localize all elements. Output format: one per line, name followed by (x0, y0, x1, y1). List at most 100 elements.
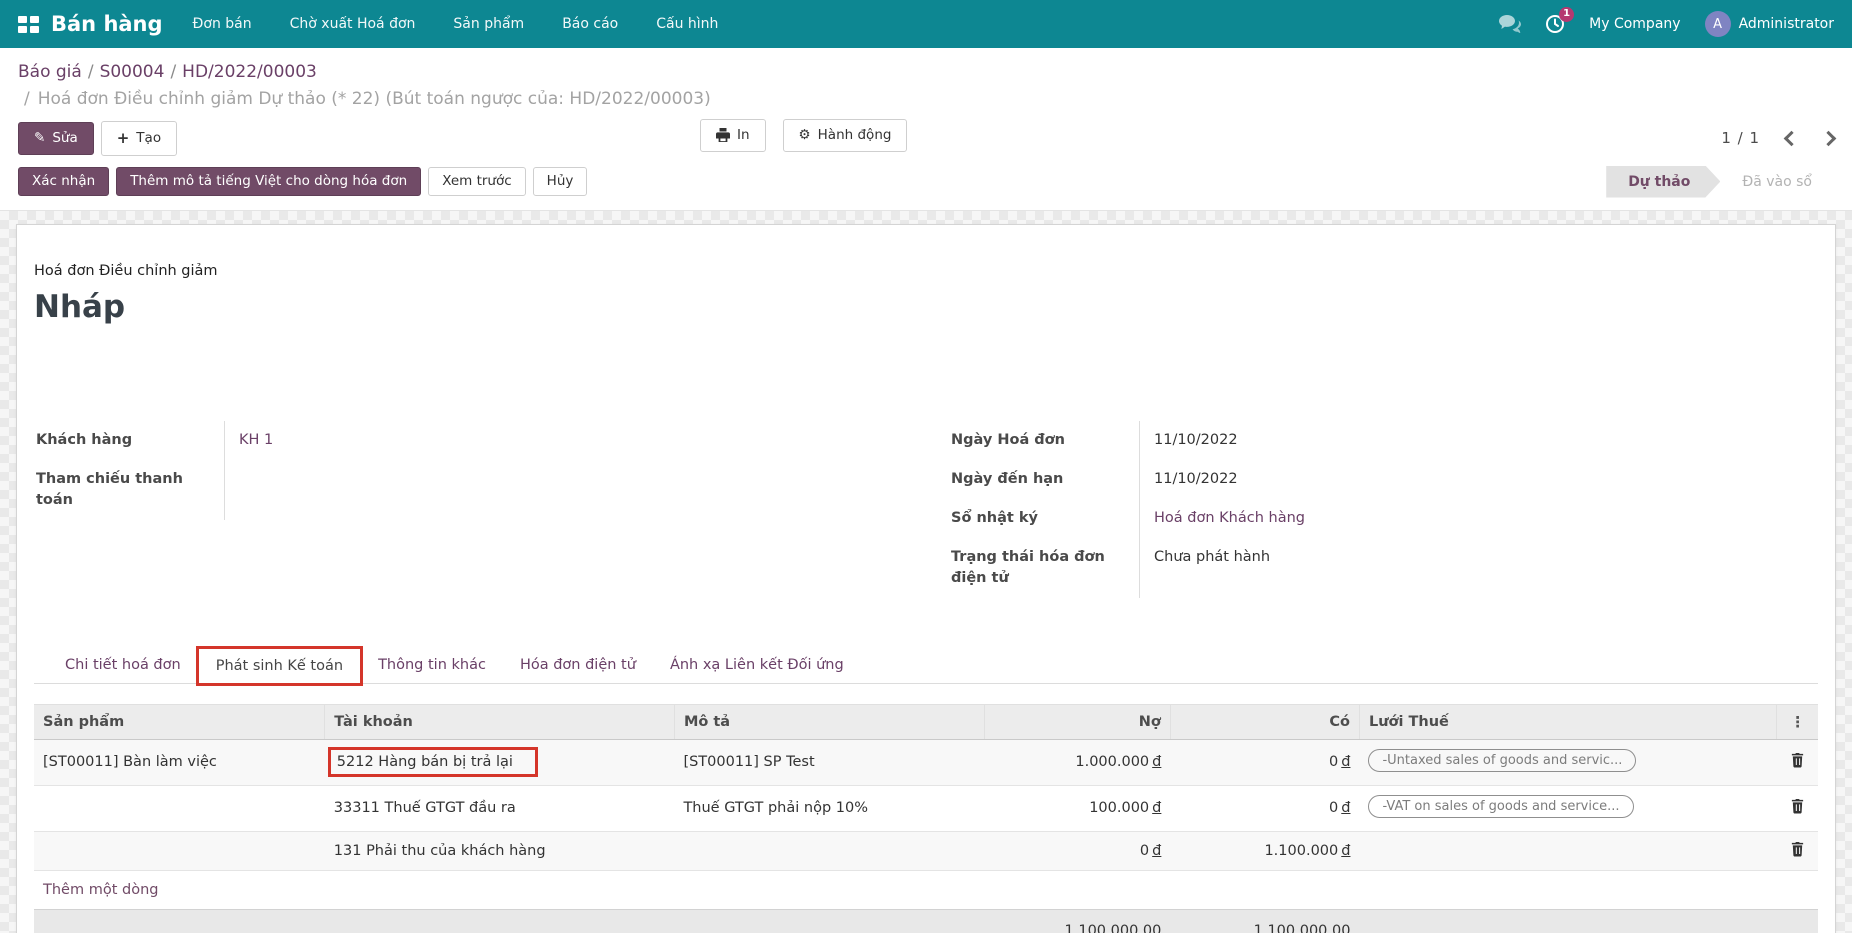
field-label-ngay-den-han: Ngày đến hạn (949, 460, 1139, 499)
action-button-label: Hành động (818, 128, 892, 143)
add-vietnamese-description-button[interactable]: Thêm mô tả tiếng Việt cho dòng hóa đơn (116, 167, 421, 196)
column-header-description[interactable]: Mô tả (674, 704, 984, 739)
debit-amount: 100.000 (1089, 800, 1149, 816)
field-value-so-nhat-ky[interactable]: Hoá đơn Khách hàng (1139, 499, 1818, 538)
cell-debit[interactable]: 0đ (985, 831, 1171, 870)
tab-anh-xa-lien-ket-doi-ung[interactable]: Ánh xạ Liên kết Đối ứng (653, 648, 861, 683)
pencil-icon: ✎ (34, 131, 45, 146)
apps-menu-icon[interactable] (18, 16, 39, 33)
breadcrumb-link-bao-gia[interactable]: Báo giá (18, 62, 82, 82)
field-value-ngay-den-han[interactable]: 11/10/2022 (1139, 460, 1818, 499)
cell-product[interactable] (34, 831, 325, 870)
menu-bao-cao[interactable]: Báo cáo (562, 16, 618, 32)
activity-count-badge: 1 (1559, 7, 1574, 22)
edit-button[interactable]: ✎ Sửa (18, 122, 94, 155)
cell-debit[interactable]: 1.000.000đ (985, 739, 1171, 785)
tab-thong-tin-khac[interactable]: Thông tin khác (361, 648, 503, 683)
cell-product[interactable] (34, 785, 325, 831)
cell-tax-grid (1359, 831, 1776, 870)
menu-san-pham[interactable]: Sản phẩm (453, 16, 524, 32)
cell-credit[interactable]: 1.100.000đ (1170, 831, 1359, 870)
currency-symbol: đ (1338, 754, 1350, 770)
table-row[interactable]: 33311 Thuế GTGT đầu ra Thuế GTGT phải nộ… (34, 785, 1818, 831)
trash-icon[interactable] (1790, 752, 1805, 768)
state-draft[interactable]: Dự thảo (1606, 166, 1720, 198)
cell-product[interactable]: [ST00011] Bàn làm việc (34, 739, 325, 785)
field-value-ngay-hoa-don[interactable]: 11/10/2022 (1139, 421, 1818, 460)
tab-phat-sinh-ke-toan-label: Phát sinh Kế toán (216, 658, 343, 674)
edit-button-label: Sửa (52, 131, 77, 146)
totals-row: 1.100.000,00 1.100.000,00 (34, 909, 1818, 933)
breadcrumb-separator: / (164, 62, 182, 82)
tab-chi-tiet-hoa-don[interactable]: Chi tiết hoá đơn (48, 648, 198, 683)
pager-next-button[interactable] (1821, 130, 1837, 146)
column-header-credit[interactable]: Có (1170, 704, 1359, 739)
cell-description[interactable]: Thuế GTGT phải nộp 10% (674, 785, 984, 831)
pager-count: 1 / 1 (1721, 129, 1760, 147)
cell-account[interactable]: 131 Phải thu của khách hàng (325, 831, 675, 870)
field-value-tham-chieu-thanh-toan[interactable] (224, 460, 903, 520)
state-stepper: Dự thảo Đã vào sổ (1606, 166, 1834, 198)
action-button[interactable]: ⚙ Hành động (783, 119, 908, 152)
column-header-debit[interactable]: Nợ (985, 704, 1171, 739)
cell-account-value[interactable]: 5212 Hàng bán bị trả lại (337, 754, 513, 770)
menu-don-ban[interactable]: Đơn bán (193, 16, 252, 32)
company-switcher[interactable]: My Company (1589, 16, 1680, 32)
total-debit: 1.100.000,00 (34, 909, 1170, 933)
field-label-ngay-hoa-don: Ngày Hoá đơn (949, 421, 1139, 460)
currency-symbol: đ (1338, 843, 1350, 859)
main-menu: Đơn bán Chờ xuất Hoá đơn Sản phẩm Báo cá… (193, 16, 719, 32)
print-button-label: In (737, 128, 750, 143)
trash-icon[interactable] (1790, 798, 1805, 814)
cell-description[interactable]: [ST00011] SP Test (674, 739, 984, 785)
kebab-icon[interactable]: ⋮ (1786, 713, 1809, 731)
field-label-tham-chieu-thanh-toan: Tham chiếu thanh toán (34, 460, 224, 520)
activities-clock-icon[interactable]: 1 (1545, 14, 1565, 34)
credit-amount: 1.100.000 (1264, 843, 1338, 859)
menu-cho-xuat-hoa-don[interactable]: Chờ xuất Hoá đơn (290, 16, 416, 32)
print-button[interactable]: In (700, 119, 766, 152)
cell-account[interactable]: 33311 Thuế GTGT đầu ra (325, 785, 675, 831)
create-button[interactable]: + Tạo (101, 121, 177, 156)
cell-credit[interactable]: 0đ (1170, 739, 1359, 785)
red-annotation-box-account: 5212 Hàng bán bị trả lại (328, 747, 538, 777)
tax-grid-tag[interactable]: -Untaxed sales of goods and servic... (1368, 749, 1636, 772)
messages-icon[interactable] (1499, 15, 1521, 33)
tax-grid-tag[interactable]: -VAT on sales of goods and service... (1368, 795, 1633, 818)
column-header-product[interactable]: Sản phẩm (34, 704, 325, 739)
table-row[interactable]: 131 Phải thu của khách hàng 0đ 1.100.000… (34, 831, 1818, 870)
pager-previous-button[interactable] (1784, 130, 1800, 146)
user-menu[interactable]: A Administrator (1705, 11, 1834, 37)
currency-symbol: đ (1149, 800, 1161, 816)
control-panel: ✎ Sửa + Tạo In ⚙ Hành động 1 / 1 (0, 111, 1852, 166)
app-title[interactable]: Bán hàng (51, 12, 163, 36)
breadcrumb-separator: / (24, 89, 38, 109)
tab-phat-sinh-ke-toan[interactable]: Phát sinh Kế toán (198, 648, 361, 684)
menu-cau-hinh[interactable]: Cấu hình (656, 16, 718, 32)
cell-credit[interactable]: 0đ (1170, 785, 1359, 831)
field-value-khach-hang[interactable]: KH 1 (224, 421, 903, 460)
top-navbar: Bán hàng Đơn bán Chờ xuất Hoá đơn Sản ph… (0, 0, 1852, 48)
plus-icon: + (117, 130, 130, 147)
trash-icon[interactable] (1790, 841, 1805, 857)
tab-hoa-don-dien-tu[interactable]: Hóa đơn điện tử (503, 648, 653, 683)
cancel-button[interactable]: Hủy (533, 167, 588, 196)
table-row[interactable]: [ST00011] Bàn làm việc 5212 Hàng bán bị … (34, 739, 1818, 785)
cell-description[interactable] (674, 831, 984, 870)
column-header-account[interactable]: Tài khoản (325, 704, 675, 739)
journal-items-table: Sản phẩm Tài khoản Mô tả Nợ Có Lưới Thuế… (34, 704, 1818, 933)
column-header-tax-grid[interactable]: Lưới Thuế (1359, 704, 1776, 739)
currency-symbol: đ (1338, 800, 1350, 816)
breadcrumb-link-hd-2022-00003[interactable]: HD/2022/00003 (182, 62, 317, 82)
add-line-row: Thêm một dòng (34, 870, 1818, 909)
preview-button[interactable]: Xem trước (428, 167, 525, 196)
add-line-link[interactable]: Thêm một dòng (34, 870, 1818, 909)
create-button-label: Tạo (136, 131, 161, 146)
cell-debit[interactable]: 100.000đ (985, 785, 1171, 831)
breadcrumb-link-s00004[interactable]: S00004 (100, 62, 165, 82)
field-value-trang-thai-hoa-don-dien-tu[interactable]: Chưa phát hành (1139, 538, 1818, 598)
state-posted[interactable]: Đã vào sổ (1720, 166, 1834, 198)
credit-amount: 0 (1329, 754, 1338, 770)
document-type-label: Hoá đơn Điều chỉnh giảm (34, 263, 1818, 279)
confirm-button[interactable]: Xác nhận (18, 167, 109, 196)
